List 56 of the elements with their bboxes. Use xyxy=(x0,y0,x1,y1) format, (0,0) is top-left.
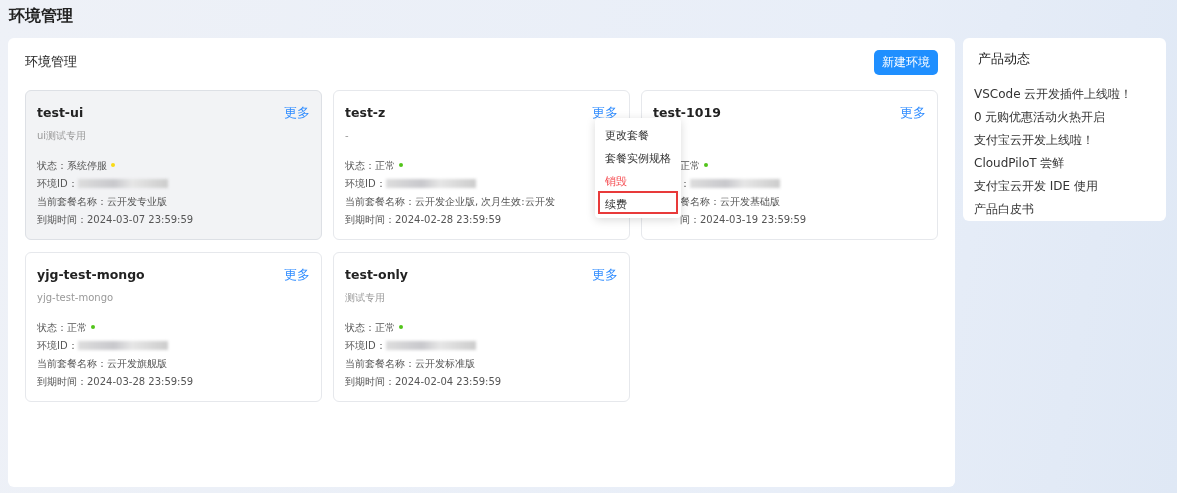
id-label: 环境ID： xyxy=(345,176,386,191)
status-label: 状态： xyxy=(345,158,375,173)
id-label: 环境ID： xyxy=(345,338,386,353)
menu-item[interactable]: 套餐实例规格 xyxy=(598,145,678,168)
id-label: 环境ID： xyxy=(37,176,78,191)
expiry-value: 2024-03-19 23:59:59 xyxy=(700,212,807,227)
news-link[interactable]: 支付宝云开发上线啦！ xyxy=(974,130,1155,154)
page-title: 环境管理 xyxy=(7,5,74,27)
expiry-label: 到期时间： xyxy=(345,374,395,389)
plan-value: 云开发企业版, 次月生效:云开发 xyxy=(415,194,555,209)
news-link[interactable]: 支付宝云开发 IDE 使用 xyxy=(974,176,1155,200)
status-text: 正常 xyxy=(680,158,700,173)
status-label: 状态： xyxy=(345,320,375,335)
plan-label: 当前套餐名称： xyxy=(345,356,415,371)
menu-item[interactable]: 销毁 xyxy=(598,168,678,191)
news-link[interactable]: CloudPiloT 尝鲜 xyxy=(974,153,1155,177)
status-text: 正常 xyxy=(67,320,87,335)
expiry-value: 2024-02-04 23:59:59 xyxy=(395,374,502,389)
news-link[interactable]: VSCode 云开发插件上线啦！ xyxy=(974,84,1155,108)
environment-name: test-ui xyxy=(37,104,84,123)
id-label: 环境ID： xyxy=(37,338,78,353)
menu-item[interactable]: 续费 xyxy=(598,191,678,214)
status-label: 状态： xyxy=(37,320,67,335)
news-link[interactable]: 0 元购优惠活动火热开启 xyxy=(974,107,1155,131)
expiry-label: 到期时间： xyxy=(37,374,87,389)
environment-description: - xyxy=(345,130,349,141)
plan-label: 餐名称： xyxy=(680,194,720,209)
environment-name: test-1019 xyxy=(653,104,721,123)
news-title: 产品动态 xyxy=(977,50,1031,68)
expiry-value: 2024-03-28 23:59:59 xyxy=(87,374,194,389)
expiry-label: 到期时间： xyxy=(345,212,395,227)
panel-title: 环境管理 xyxy=(25,53,77,72)
expiry-value: 2024-02-28 23:59:59 xyxy=(395,212,502,227)
plan-value: 云开发专业版 xyxy=(107,194,167,209)
environment-name: test-z xyxy=(345,104,386,123)
plan-label: 当前套餐名称： xyxy=(37,356,107,371)
id-label: ： xyxy=(680,176,690,191)
environment-name: yjg-test-mongo xyxy=(37,266,145,285)
environment-name: test-only xyxy=(345,266,408,285)
expiry-value: 2024-03-07 23:59:59 xyxy=(87,212,194,227)
status-text: 正常 xyxy=(375,320,395,335)
plan-value: 云开发基础版 xyxy=(720,194,780,209)
environment-description: 测试专用 xyxy=(345,292,385,303)
plan-label: 当前套餐名称： xyxy=(37,194,107,209)
status-label: 状态： xyxy=(37,158,67,173)
menu-item[interactable]: 更改套餐 xyxy=(598,122,678,145)
status-text: 系统停服 xyxy=(67,158,107,173)
status-text: 正常 xyxy=(375,158,395,173)
environment-description: yjg-test-mongo xyxy=(37,292,114,303)
plan-label: 当前套餐名称： xyxy=(345,194,415,209)
expiry-label: 到期时间： xyxy=(37,212,87,227)
plan-value: 云开发标准版 xyxy=(415,356,475,371)
news-link[interactable]: 产品白皮书 xyxy=(974,199,1155,223)
expiry-label: 间： xyxy=(680,212,700,227)
plan-value: 云开发旗舰版 xyxy=(107,356,167,371)
environment-description: ui测试专用 xyxy=(37,130,87,141)
